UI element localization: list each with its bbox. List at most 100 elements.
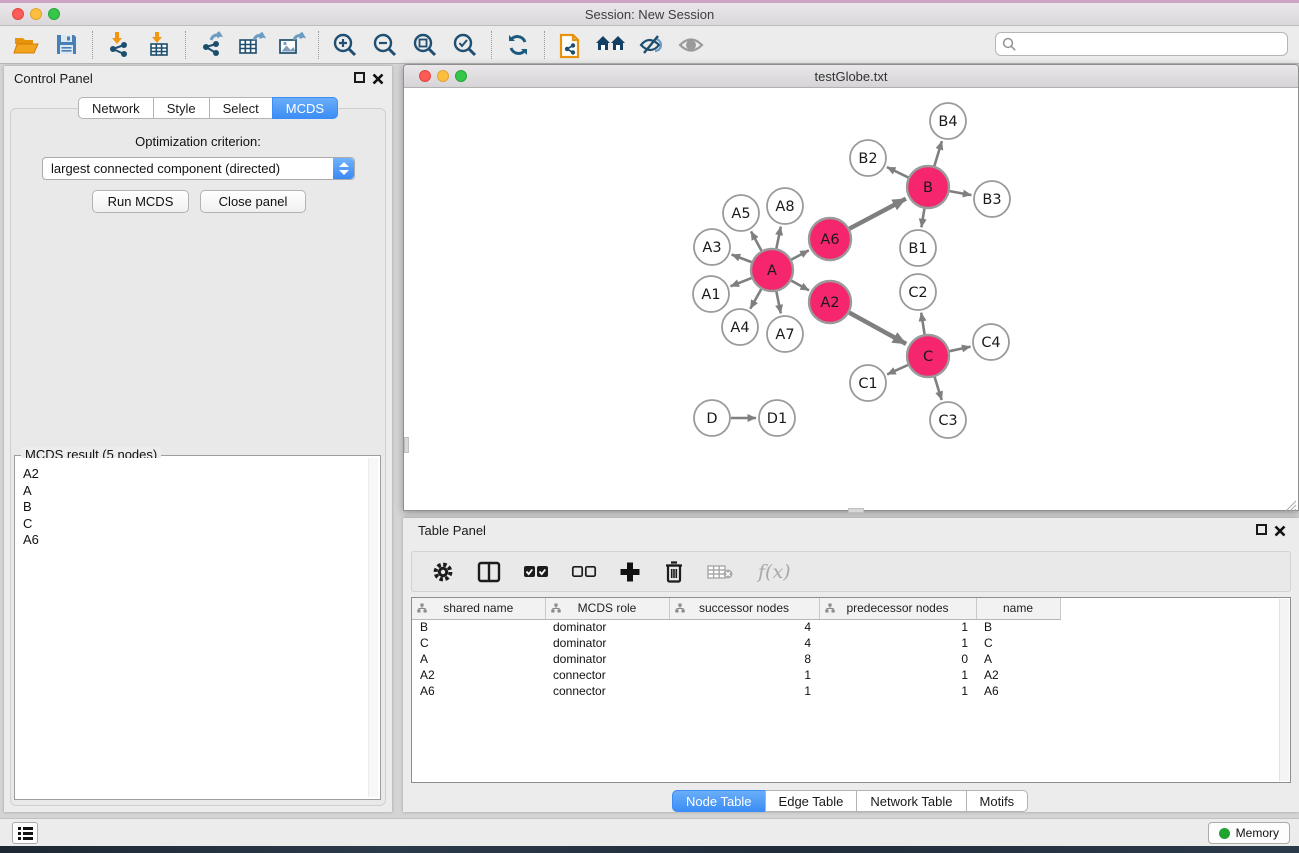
table-cell[interactable]: dominator — [545, 619, 669, 635]
table-cell[interactable]: 1 — [819, 619, 976, 635]
task-history-button[interactable] — [12, 822, 38, 844]
mcds-result-list[interactable]: A2ABCA6 — [17, 458, 378, 797]
create-column-plus-icon[interactable] — [619, 561, 641, 583]
graph-edge[interactable] — [791, 281, 809, 291]
export-network-icon[interactable] — [195, 30, 229, 60]
home-layout-icon[interactable] — [594, 30, 628, 60]
graph-node[interactable]: B2 — [850, 140, 886, 176]
table-cell[interactable]: C — [412, 635, 545, 651]
graph-edge[interactable] — [849, 199, 906, 229]
horizontal-scrollbar-stub[interactable] — [848, 508, 864, 513]
table-cell[interactable]: A2 — [412, 667, 545, 683]
show-graphics-details-icon[interactable] — [634, 30, 668, 60]
select-all-checkboxes-icon[interactable] — [523, 565, 549, 578]
table-cell[interactable]: 8 — [669, 651, 819, 667]
table-cell[interactable]: 4 — [669, 619, 819, 635]
result-item[interactable]: A — [17, 483, 378, 500]
table-row[interactable]: A2connector11A2 — [412, 667, 1060, 683]
table-cell[interactable]: 1 — [669, 683, 819, 699]
close-panel-button[interactable]: Close panel — [200, 190, 306, 213]
memory-button[interactable]: Memory — [1208, 822, 1290, 844]
table-settings-gear-icon[interactable] — [431, 560, 455, 584]
column-header-MCDS-role[interactable]: MCDS role — [545, 598, 669, 619]
graph-edge[interactable] — [887, 365, 908, 374]
graph-edge[interactable] — [732, 255, 752, 263]
graph-node[interactable]: A2 — [809, 281, 851, 323]
graph-edge[interactable] — [934, 141, 942, 166]
resize-grip-icon[interactable] — [1285, 500, 1297, 512]
graph-edge[interactable] — [776, 292, 780, 314]
column-header-shared-name[interactable]: shared name — [412, 598, 545, 619]
graph-node[interactable]: B4 — [930, 103, 966, 139]
result-item[interactable]: A6 — [17, 532, 378, 549]
graph-node[interactable]: C2 — [900, 274, 936, 310]
graph-node[interactable]: B1 — [900, 230, 936, 266]
close-panel-icon[interactable] — [1274, 524, 1286, 536]
run-mcds-button[interactable]: Run MCDS — [92, 190, 189, 213]
table-cell[interactable]: B — [412, 619, 545, 635]
graph-edge[interactable] — [950, 191, 972, 195]
tab-network-table[interactable]: Network Table — [856, 790, 966, 812]
table-cell[interactable]: connector — [545, 683, 669, 699]
refresh-icon[interactable] — [501, 30, 535, 60]
network-canvas[interactable]: B4B2BB3A5A8A6A3B1AC2A1A2A4A7C4CC1DD1C3 — [405, 88, 1297, 510]
graph-edge[interactable] — [751, 231, 762, 250]
table-cell[interactable]: 4 — [669, 635, 819, 651]
graph-node[interactable]: A4 — [722, 309, 758, 345]
graph-edge[interactable] — [921, 209, 924, 228]
vertical-scrollbar-stub[interactable] — [404, 437, 409, 453]
tab-network[interactable]: Network — [78, 97, 154, 119]
graph-edge[interactable] — [750, 289, 761, 309]
table-cell[interactable]: dominator — [545, 635, 669, 651]
table-cell[interactable]: 0 — [819, 651, 976, 667]
float-panel-icon[interactable] — [1256, 524, 1267, 535]
table-cell[interactable]: C — [976, 635, 1060, 651]
table-cell[interactable]: A6 — [412, 683, 545, 699]
table-cell[interactable]: 1 — [819, 683, 976, 699]
graph-edge[interactable] — [849, 313, 906, 344]
table-cell[interactable]: 1 — [819, 635, 976, 651]
tab-style[interactable]: Style — [153, 97, 210, 119]
tab-motifs[interactable]: Motifs — [966, 790, 1029, 812]
graph-node[interactable]: D — [694, 400, 730, 436]
table-cell[interactable]: 1 — [669, 667, 819, 683]
graph-node[interactable]: A7 — [767, 316, 803, 352]
export-image-icon[interactable] — [275, 30, 309, 60]
export-table-icon[interactable] — [235, 30, 269, 60]
clone-network-icon[interactable] — [554, 30, 588, 60]
graph-node[interactable]: A5 — [723, 195, 759, 231]
graph-node[interactable]: A6 — [809, 218, 851, 260]
graph-node[interactable]: A8 — [767, 188, 803, 224]
graph-node[interactable]: B3 — [974, 181, 1010, 217]
column-header-successor-nodes[interactable]: successor nodes — [669, 598, 819, 619]
search-input[interactable] — [1017, 34, 1287, 54]
search-field[interactable] — [995, 32, 1288, 56]
table-cell[interactable]: 1 — [819, 667, 976, 683]
graph-node[interactable]: A — [751, 249, 793, 291]
table-cell[interactable]: A2 — [976, 667, 1060, 683]
float-panel-icon[interactable] — [354, 72, 365, 83]
import-network-icon[interactable] — [102, 30, 136, 60]
zoom-fit-icon[interactable] — [408, 30, 442, 60]
result-item[interactable]: A2 — [17, 466, 378, 483]
graph-node[interactable]: A3 — [694, 229, 730, 265]
deselect-all-checkboxes-icon[interactable] — [571, 565, 597, 578]
graph-edge[interactable] — [887, 167, 908, 177]
table-cell[interactable]: dominator — [545, 651, 669, 667]
tab-node-table[interactable]: Node Table — [672, 790, 766, 812]
tab-select[interactable]: Select — [209, 97, 273, 119]
zoom-in-icon[interactable] — [328, 30, 362, 60]
table-cell[interactable]: A — [976, 651, 1060, 667]
graph-node[interactable]: A1 — [693, 276, 729, 312]
graph-node[interactable]: D1 — [759, 400, 795, 436]
graph-node[interactable]: C3 — [930, 402, 966, 438]
result-list-scrollbar[interactable] — [368, 458, 378, 797]
save-session-icon[interactable] — [49, 30, 83, 60]
column-header-name[interactable]: name — [976, 598, 1060, 619]
result-item[interactable]: B — [17, 499, 378, 516]
graph-edge[interactable] — [935, 377, 942, 400]
table-cell[interactable]: connector — [545, 667, 669, 683]
graph-edge[interactable] — [950, 347, 971, 352]
delete-column-trash-icon[interactable] — [663, 560, 685, 584]
zoom-selected-icon[interactable] — [448, 30, 482, 60]
